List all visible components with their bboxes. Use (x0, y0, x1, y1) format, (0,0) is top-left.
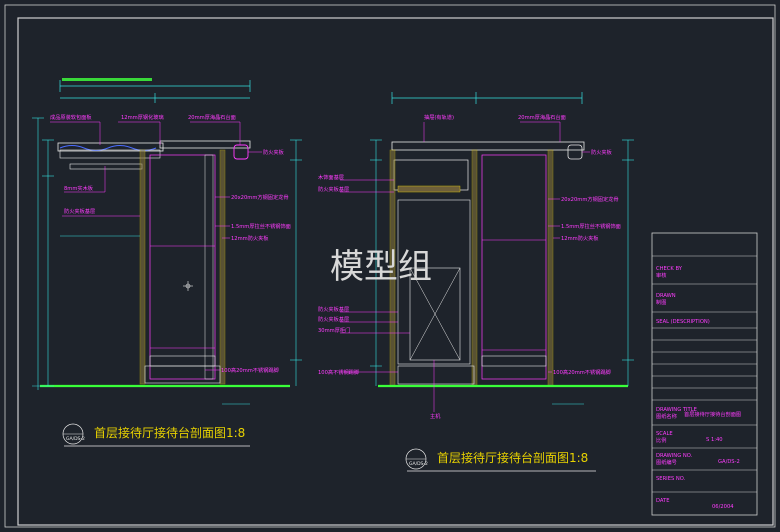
left-label-10: 100高20mm不锈钢踢脚 (221, 366, 279, 374)
tb-series-no: SERIES NO. (656, 476, 686, 482)
tb-drawing-no: DRAWING NO. (656, 453, 693, 459)
tb-check-by: CHECK BY (656, 266, 683, 272)
tb-drawing-no-value: GA/DS-2 (718, 459, 740, 465)
left-section-title: 首层接待厅接待台剖面图1:8 (94, 425, 245, 440)
left-label-9: 12mm防火夹板 (231, 234, 269, 242)
right-label-11: 30mm厚柜门 (318, 326, 350, 334)
tb-date-value: 06/2004 (712, 504, 734, 510)
left-label-8: 1.5mm厚拉丝不锈钢饰面 (231, 222, 291, 230)
right-label-3: 防火夹板 (591, 148, 613, 156)
svg-text:GA/DS-2: GA/DS-2 (409, 461, 428, 467)
tb-date: DATE (656, 498, 670, 504)
right-label-14: 主机 (430, 412, 441, 420)
cad-drawing-canvas: 成品原装软包面板 12mm厚钢化玻璃 20mm厚海晶石台面 防火夹板 8mm实木… (4, 4, 776, 528)
tb-check-by-cn: 审核 (656, 271, 666, 279)
right-label-4: 木饰面基层 (318, 173, 344, 181)
right-section-title: 首层接待厅接待台剖面图1:8 (437, 450, 588, 465)
right-label-6: 20x20mm方钢固定龙骨 (561, 195, 619, 203)
tb-drawn: DRAWN (656, 293, 676, 299)
right-label-8: 12mm防火夹板 (561, 234, 599, 242)
right-label-10: 防火夹板基层 (318, 315, 349, 323)
tb-scale-value: S 1:40 (706, 437, 723, 443)
right-section-symbol: GA/DS-2 (405, 448, 428, 470)
tb-drawing-no-cn: 图纸编号 (656, 458, 677, 466)
right-label-12: 100高不锈钢踢脚 (318, 368, 359, 376)
tb-seal: SEAL (DESCRIPTION) (656, 319, 710, 325)
tb-drawn-cn: 制图 (656, 298, 666, 306)
title-block: CHECK BY 审核 DRAWN 制图 SEAL (DESCRIPTION) … (651, 232, 758, 516)
left-label-5: 8mm实木板 (64, 184, 94, 192)
right-label-7: 1.5mm厚拉丝不锈钢饰面 (561, 222, 621, 230)
right-label-13: 100高20mm不锈钢踢脚 (553, 368, 611, 376)
right-label-5: 防火夹板基层 (318, 185, 349, 193)
svg-text:GA/DS-2: GA/DS-2 (66, 436, 85, 442)
left-section-symbol: GA/DS-2 (62, 423, 85, 445)
left-label-6: 防火夹板基层 (64, 207, 95, 215)
left-label-4: 防火夹板 (263, 148, 285, 156)
left-label-3: 20mm厚海晶石台面 (188, 113, 236, 121)
left-label-2: 12mm厚钢化玻璃 (121, 113, 164, 121)
right-label-9: 防火夹板基层 (318, 305, 349, 313)
watermark: 模型组 (330, 247, 432, 287)
left-label-7: 20x20mm方钢固定龙骨 (231, 193, 289, 201)
tb-drawing-title-cn: 图纸名称 (656, 412, 677, 420)
right-label-1: 抽屉(有轨道) (424, 113, 454, 121)
tb-drawing-title-value: 首层接待厅接待台剖面图 (684, 410, 741, 418)
left-section: 成品原装软包面板 12mm厚钢化玻璃 20mm厚海晶石台面 防火夹板 8mm实木… (32, 78, 302, 447)
tb-scale-cn: 比例 (656, 436, 666, 444)
right-label-2: 20mm厚海晶石台面 (518, 113, 566, 121)
tb-scale: SCALE (656, 431, 673, 437)
left-label-1: 成品原装软包面板 (50, 113, 92, 121)
